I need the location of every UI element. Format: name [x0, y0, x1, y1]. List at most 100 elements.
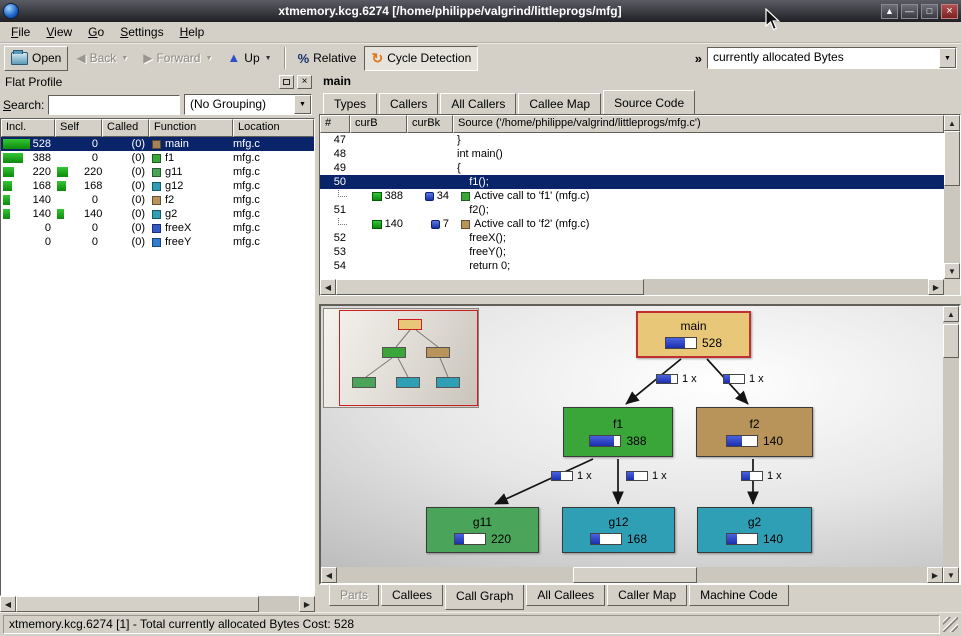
source-line[interactable]: 54 return 0;: [320, 259, 944, 273]
scroll-left-icon[interactable]: ◀: [321, 567, 337, 583]
source-line[interactable]: 53 freeY();: [320, 245, 944, 259]
grouping-dropdown-icon[interactable]: ▼: [294, 95, 311, 114]
tab-types[interactable]: Types: [323, 93, 377, 114]
forward-button[interactable]: ▶ Forward ▼: [136, 46, 219, 71]
scroll-up-icon[interactable]: ▲: [943, 306, 959, 322]
column-header-curb[interactable]: curB: [350, 115, 407, 133]
flat-profile-hscrollbar[interactable]: ◀ ▶: [0, 596, 315, 612]
tab-callees[interactable]: Callees: [381, 585, 443, 606]
source-line[interactable]: 48 int main(): [320, 147, 944, 161]
relative-toggle-button[interactable]: % Relative: [291, 46, 364, 71]
source-hscrollbar[interactable]: ◀ ▶: [320, 279, 944, 295]
source-call-annotation-f2[interactable]: 140 7 Active call to 'f2' (mfg.c): [320, 217, 944, 231]
callee-color-icon: [461, 192, 470, 201]
menu-go[interactable]: Go: [80, 23, 112, 41]
function-row-f2[interactable]: 140 0 (0) f2 mfg.c: [1, 193, 314, 207]
graph-node-f2[interactable]: f2 140: [696, 407, 813, 457]
tab-machine-code[interactable]: Machine Code: [689, 585, 788, 606]
scrollbar-thumb[interactable]: [336, 279, 644, 295]
up-button[interactable]: ▲ Up ▼: [220, 46, 278, 71]
cycle-detection-toggle-button[interactable]: ↻ Cycle Detection: [364, 46, 478, 71]
tab-callers[interactable]: Callers: [379, 93, 438, 114]
app-icon[interactable]: [3, 3, 19, 19]
tab-callee-map[interactable]: Callee Map: [518, 93, 601, 114]
column-header-self[interactable]: Self: [55, 119, 102, 137]
function-row-main[interactable]: 528 0 (0) main mfg.c: [1, 137, 314, 151]
column-header-function[interactable]: Function: [149, 119, 233, 137]
scroll-right-icon[interactable]: ▶: [928, 279, 944, 295]
grouping-combobox[interactable]: (No Grouping) ▼: [184, 94, 312, 115]
menu-view[interactable]: View: [38, 23, 80, 41]
graph-node-g11[interactable]: g11 220: [426, 507, 539, 553]
menu-bar: File View Go Settings Help: [0, 22, 961, 43]
scrollbar-thumb[interactable]: [943, 324, 959, 358]
tab-call-graph[interactable]: Call Graph: [445, 585, 524, 610]
tab-source-code[interactable]: Source Code: [603, 90, 695, 114]
graph-vscrollbar[interactable]: ▲ ▼: [943, 306, 959, 583]
scroll-right-icon[interactable]: ▶: [299, 596, 315, 612]
column-header-location[interactable]: Location: [233, 119, 314, 137]
source-line[interactable]: 49 {: [320, 161, 944, 175]
call-count-bar: [626, 471, 648, 481]
scroll-right-icon[interactable]: ▶: [927, 567, 943, 583]
function-row-f1[interactable]: 388 0 (0) f1 mfg.c: [1, 151, 314, 165]
menu-file[interactable]: File: [3, 23, 38, 41]
scroll-left-icon[interactable]: ◀: [0, 596, 16, 612]
open-button[interactable]: Open: [4, 46, 68, 71]
close-button[interactable]: ×: [941, 4, 958, 19]
tab-caller-map[interactable]: Caller Map: [607, 585, 687, 606]
call-graph-canvas[interactable]: main 528 f1 388 f2 140 g11 220 g12 168: [321, 306, 943, 583]
dock-float-button[interactable]: [279, 75, 294, 89]
search-input[interactable]: [48, 95, 180, 115]
tab-all-callees[interactable]: All Callees: [526, 585, 605, 606]
graph-node-main[interactable]: main 528: [636, 311, 751, 358]
scroll-left-icon[interactable]: ◀: [320, 279, 336, 295]
function-row-g11[interactable]: 220 220 (0) g11 mfg.c: [1, 165, 314, 179]
column-header-called[interactable]: Called: [102, 119, 149, 137]
shade-button[interactable]: ▲: [881, 4, 898, 19]
graph-overview[interactable]: [323, 308, 479, 408]
source-line-selected[interactable]: 50 f1();: [320, 175, 944, 189]
event-type-combobox[interactable]: currently allocated Bytes ▼: [707, 47, 957, 69]
scrollbar-thumb[interactable]: [16, 596, 259, 612]
tab-all-callers[interactable]: All Callers: [440, 93, 516, 114]
scroll-down-icon[interactable]: ▼: [944, 263, 960, 279]
menu-settings[interactable]: Settings: [112, 23, 171, 41]
function-row-g12[interactable]: 168 168 (0) g12 mfg.c: [1, 179, 314, 193]
window-title: xtmemory.kcg.6274 [/home/philippe/valgri…: [22, 4, 878, 18]
source-call-annotation-f1[interactable]: 388 34 Active call to 'f1' (mfg.c): [320, 189, 944, 203]
cost-bar-icon: [372, 192, 382, 201]
tab-parts[interactable]: Parts: [329, 585, 379, 606]
menu-help[interactable]: Help: [172, 23, 213, 41]
function-color-icon: [152, 238, 161, 247]
column-header-incl[interactable]: Incl.: [1, 119, 55, 137]
dock-close-button[interactable]: ×: [297, 75, 312, 89]
source-line[interactable]: 51 f2();: [320, 203, 944, 217]
toolbar-overflow-button[interactable]: »: [691, 51, 706, 66]
source-line[interactable]: 47 }: [320, 133, 944, 147]
function-row-g2[interactable]: 140 140 (0) g2 mfg.c: [1, 207, 314, 221]
function-row-freeY[interactable]: 0 0 (0) freeY mfg.c: [1, 235, 314, 249]
column-header-source[interactable]: Source ('/home/philippe/valgrind/littlep…: [453, 115, 944, 133]
graph-node-g2[interactable]: g2 140: [697, 507, 812, 553]
source-vscrollbar[interactable]: ▲ ▼: [944, 115, 960, 279]
resize-grip-icon[interactable]: [943, 617, 958, 632]
back-button[interactable]: ◀ Back ▼: [69, 46, 135, 71]
tree-branch-icon: [338, 190, 347, 197]
maximize-button[interactable]: □: [921, 4, 938, 19]
graph-node-f1[interactable]: f1 388: [563, 407, 673, 457]
overview-viewport[interactable]: [339, 310, 478, 406]
column-header-line[interactable]: #: [320, 115, 350, 133]
source-line[interactable]: 52 freeX();: [320, 231, 944, 245]
minimize-button[interactable]: —: [901, 4, 918, 19]
function-row-freeX[interactable]: 0 0 (0) freeX mfg.c: [1, 221, 314, 235]
graph-hscrollbar[interactable]: ◀ ▶: [321, 567, 943, 583]
graph-node-g12[interactable]: g12 168: [562, 507, 675, 553]
scrollbar-thumb[interactable]: [944, 131, 960, 186]
scrollbar-thumb[interactable]: [573, 567, 697, 583]
event-type-dropdown-icon[interactable]: ▼: [939, 48, 956, 68]
column-header-curbk[interactable]: curBk: [407, 115, 453, 133]
scroll-down-icon[interactable]: ▼: [943, 567, 959, 583]
horizontal-splitter[interactable]: [319, 296, 961, 304]
scroll-up-icon[interactable]: ▲: [944, 115, 960, 131]
